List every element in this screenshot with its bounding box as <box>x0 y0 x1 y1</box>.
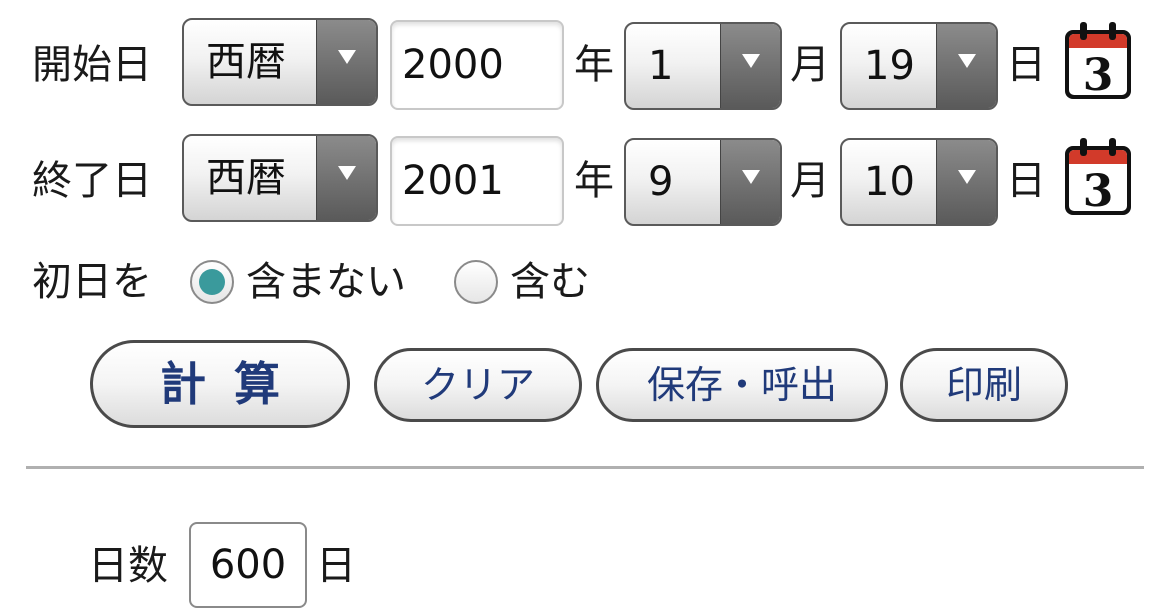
chevron-down-icon <box>720 140 780 224</box>
end-year-input[interactable]: 2001 <box>390 136 564 226</box>
chevron-down-icon <box>936 24 996 108</box>
radio-exclude[interactable] <box>190 260 234 304</box>
start-month-unit: 月 <box>790 42 830 88</box>
end-date-label: 終了日 <box>32 158 152 204</box>
clear-button[interactable]: クリア <box>374 348 582 422</box>
result-value-field: 600 <box>189 522 307 608</box>
chevron-down-icon <box>720 24 780 108</box>
start-day-value: 19 <box>864 43 915 89</box>
result-label: 日数 <box>88 543 168 589</box>
end-day-unit: 日 <box>1006 158 1046 204</box>
radio-include[interactable] <box>454 260 498 304</box>
start-year-unit: 年 <box>574 42 614 88</box>
radio-include-label[interactable]: 含む <box>510 262 590 302</box>
end-month-value: 9 <box>648 159 674 205</box>
start-month-select[interactable]: 1 <box>624 22 782 110</box>
svg-text:3: 3 <box>1083 50 1114 101</box>
chevron-down-icon <box>316 20 376 104</box>
svg-text:3: 3 <box>1083 166 1114 217</box>
end-day-value: 10 <box>864 159 915 205</box>
first-day-label: 初日を <box>32 259 152 305</box>
start-date-label: 開始日 <box>32 42 152 88</box>
save-load-button[interactable]: 保存・呼出 <box>596 348 888 422</box>
radio-exclude-label[interactable]: 含まない <box>246 262 406 302</box>
calculate-button[interactable]: 計算 <box>90 340 350 428</box>
start-day-select[interactable]: 19 <box>840 22 998 110</box>
chevron-down-icon <box>936 140 996 224</box>
end-year-unit: 年 <box>574 158 614 204</box>
start-month-value: 1 <box>648 43 674 89</box>
print-button[interactable]: 印刷 <box>900 348 1068 422</box>
end-month-unit: 月 <box>790 158 830 204</box>
end-day-select[interactable]: 10 <box>840 138 998 226</box>
start-era-value: 西暦 <box>206 39 286 85</box>
start-day-unit: 日 <box>1006 42 1046 88</box>
divider <box>26 466 1144 469</box>
start-era-select[interactable]: 西暦 <box>182 18 378 106</box>
end-era-select[interactable]: 西暦 <box>182 134 378 222</box>
start-year-input[interactable]: 2000 <box>390 20 564 110</box>
chevron-down-icon <box>316 136 376 220</box>
end-month-select[interactable]: 9 <box>624 138 782 226</box>
end-era-value: 西暦 <box>206 155 286 201</box>
calendar-icon[interactable]: 3 <box>1062 20 1134 102</box>
calendar-icon[interactable]: 3 <box>1062 136 1134 218</box>
result-unit: 日 <box>316 543 356 589</box>
